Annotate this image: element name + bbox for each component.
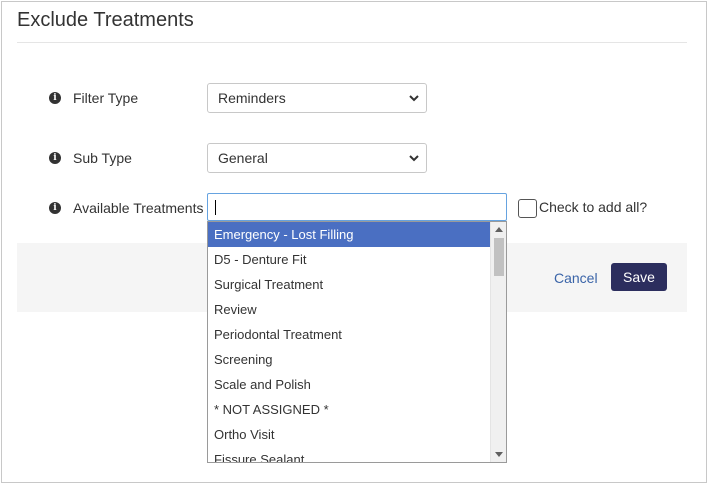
sub-type-label: Sub Type bbox=[73, 150, 132, 166]
dropdown-option[interactable]: Screening bbox=[208, 347, 490, 372]
dropdown-option[interactable]: Ortho Visit bbox=[208, 422, 490, 447]
dropdown-option[interactable]: Emergency - Lost Filling bbox=[208, 222, 490, 247]
info-icon: i bbox=[49, 152, 61, 164]
sub-type-select[interactable]: General bbox=[207, 143, 427, 173]
filter-type-label-group: i Filter Type bbox=[49, 90, 138, 106]
info-icon: i bbox=[49, 202, 61, 214]
filter-type-select[interactable]: Reminders bbox=[207, 83, 427, 113]
scroll-down-arrow-icon[interactable] bbox=[495, 452, 503, 457]
available-treatments-label: Available Treatments bbox=[73, 200, 204, 216]
chevron-down-icon bbox=[409, 95, 419, 102]
treatments-list: Emergency - Lost Filling D5 - Denture Fit… bbox=[208, 222, 490, 462]
treatments-dropdown[interactable]: Emergency - Lost Filling D5 - Denture Fit… bbox=[207, 221, 507, 463]
filter-type-label: Filter Type bbox=[73, 90, 139, 106]
sub-type-label-group: i Sub Type bbox=[49, 150, 132, 166]
dropdown-option[interactable]: Surgical Treatment bbox=[208, 272, 490, 297]
dropdown-option[interactable]: Scale and Polish bbox=[208, 372, 490, 397]
sub-type-value: General bbox=[218, 150, 268, 166]
save-button[interactable]: Save bbox=[611, 263, 667, 291]
info-icon: i bbox=[49, 92, 61, 104]
scrollbar-thumb[interactable] bbox=[494, 238, 504, 276]
chevron-down-icon bbox=[409, 155, 419, 162]
filter-type-value: Reminders bbox=[218, 90, 286, 106]
dropdown-option[interactable]: Periodontal Treatment bbox=[208, 322, 490, 347]
page-title: Exclude Treatments bbox=[17, 9, 194, 31]
dropdown-scrollbar[interactable] bbox=[490, 222, 506, 462]
dropdown-option[interactable]: D5 - Denture Fit bbox=[208, 247, 490, 272]
scroll-up-arrow-icon[interactable] bbox=[495, 227, 503, 232]
text-caret bbox=[215, 200, 216, 215]
available-treatments-input[interactable] bbox=[207, 193, 507, 221]
check-all-label[interactable]: Check to add all? bbox=[539, 199, 647, 215]
available-treatments-label-group: i Available Treatments bbox=[49, 200, 203, 216]
check-all-checkbox[interactable] bbox=[518, 199, 537, 218]
dropdown-option[interactable]: Review bbox=[208, 297, 490, 322]
dropdown-option[interactable]: * NOT ASSIGNED * bbox=[208, 397, 490, 422]
dropdown-option[interactable]: Fissure Sealant bbox=[208, 447, 490, 462]
cancel-button[interactable]: Cancel bbox=[554, 270, 598, 286]
title-divider bbox=[17, 42, 687, 43]
